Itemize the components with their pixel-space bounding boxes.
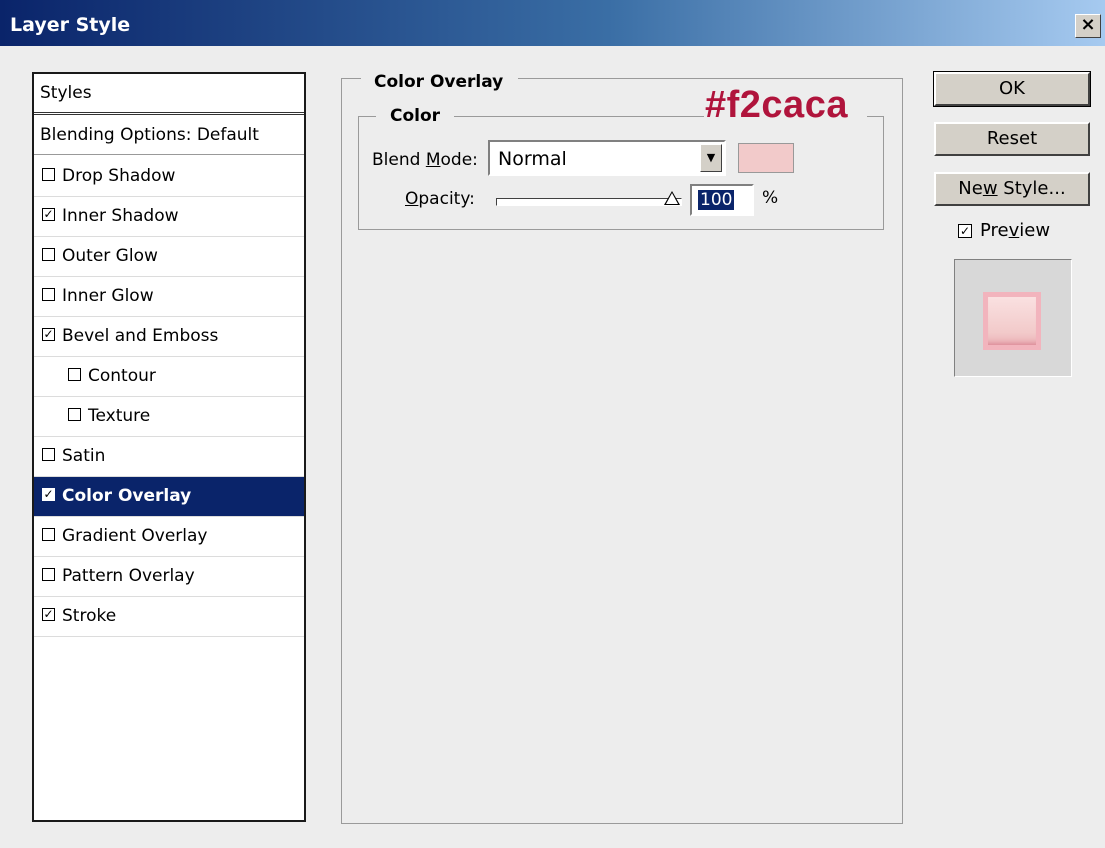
style-checkbox[interactable]	[42, 168, 55, 181]
style-checkbox[interactable]: ✓	[42, 208, 55, 221]
style-item-stroke[interactable]: ✓ Stroke	[34, 597, 304, 637]
title-bar[interactable]: Layer Style ×	[0, 0, 1105, 46]
dropdown-arrow-icon[interactable]: ▼	[700, 144, 722, 172]
opacity-label-post: pacity:	[418, 189, 475, 209]
section-title: Color Overlay	[370, 72, 508, 92]
style-item-label: Contour	[88, 366, 156, 386]
style-item-label: Stroke	[62, 606, 117, 626]
panel-border	[518, 78, 902, 79]
style-checkbox[interactable]	[42, 248, 55, 261]
new-style-button[interactable]: New Style...	[934, 172, 1090, 206]
style-item-drop-shadow[interactable]: Drop Shadow	[34, 157, 304, 197]
styles-header-label: Styles	[40, 83, 92, 103]
blend-mode-label-post: ode:	[440, 150, 478, 170]
style-items-list: Drop Shadow ✓ Inner Shadow Outer Glow Inner …	[34, 157, 304, 637]
style-item-label: Gradient Overlay	[62, 526, 208, 546]
group-border	[867, 116, 884, 117]
preview-label-accel: v	[1008, 220, 1020, 241]
style-item-contour[interactable]: Contour	[34, 357, 304, 397]
style-checkbox[interactable]	[42, 448, 55, 461]
blending-options-label: Blending Options: Default	[40, 125, 259, 145]
hex-color-annotation: #f2caca	[705, 84, 848, 126]
close-button[interactable]: ×	[1075, 14, 1101, 38]
style-checkbox[interactable]	[68, 368, 81, 381]
style-item-bevel-and-emboss[interactable]: ✓ Bevel and Emboss	[34, 317, 304, 357]
style-checkbox[interactable]: ✓	[42, 328, 55, 341]
close-icon: ×	[1080, 14, 1096, 35]
style-checkbox[interactable]: ✓	[42, 488, 55, 501]
color-group-title: Color	[386, 106, 445, 126]
style-item-label: Pattern Overlay	[62, 566, 195, 586]
preview-label-pre: Pre	[980, 220, 1009, 241]
style-item-label: Inner Shadow	[62, 206, 179, 226]
style-item-label: Drop Shadow	[62, 166, 176, 186]
style-checkbox[interactable]: ✓	[42, 608, 55, 621]
style-item-label: Texture	[88, 406, 151, 426]
style-item-gradient-overlay[interactable]: Gradient Overlay	[34, 517, 304, 557]
style-item-color-overlay[interactable]: ✓ Color Overlay	[34, 477, 304, 517]
blend-mode-select[interactable]: Normal ▼	[488, 140, 726, 176]
blend-mode-label-accel: M	[425, 150, 441, 170]
opacity-label-accel: O	[405, 189, 419, 209]
group-border	[454, 116, 704, 117]
blending-options-item[interactable]: Blending Options: Default	[34, 116, 304, 155]
style-item-label: Inner Glow	[62, 286, 154, 306]
style-item-label: Outer Glow	[62, 246, 158, 266]
opacity-value: 100	[698, 190, 735, 210]
style-item-pattern-overlay[interactable]: Pattern Overlay	[34, 557, 304, 597]
opacity-slider-track[interactable]	[496, 198, 682, 206]
style-item-inner-shadow[interactable]: ✓ Inner Shadow	[34, 197, 304, 237]
styles-header[interactable]: Styles	[34, 74, 304, 115]
preview-checkbox[interactable]: ✓	[958, 224, 972, 238]
style-preview-thumbnail	[954, 259, 1072, 377]
dialog-title: Layer Style	[10, 14, 131, 36]
new-style-label-accel: w	[982, 178, 998, 199]
style-checkbox[interactable]	[42, 528, 55, 541]
opacity-label: Opacity:	[405, 189, 475, 209]
opacity-unit: %	[762, 188, 779, 208]
ok-button[interactable]: OK	[933, 71, 1091, 107]
style-item-label: Satin	[62, 446, 106, 466]
preview-swatch	[983, 292, 1041, 350]
style-item-label: Color Overlay	[62, 486, 192, 506]
style-checkbox[interactable]	[42, 568, 55, 581]
styles-list-panel: Styles Blending Options: Default Drop Sh…	[32, 72, 306, 822]
style-checkbox[interactable]	[42, 288, 55, 301]
blend-mode-label-pre: Blend	[372, 150, 426, 170]
group-border	[358, 116, 376, 117]
layer-style-dialog: Layer Style × Styles Blending Options: D…	[0, 0, 1105, 848]
style-item-satin[interactable]: Satin	[34, 437, 304, 477]
style-item-texture[interactable]: Texture	[34, 397, 304, 437]
color-swatch[interactable]	[738, 143, 794, 173]
preview-label-post: iew	[1019, 220, 1051, 241]
opacity-slider-thumb[interactable]	[664, 191, 680, 205]
blend-mode-value: Normal	[498, 148, 567, 170]
style-item-outer-glow[interactable]: Outer Glow	[34, 237, 304, 277]
style-item-inner-glow[interactable]: Inner Glow	[34, 277, 304, 317]
opacity-input[interactable]: 100	[690, 184, 754, 216]
style-checkbox[interactable]	[68, 408, 81, 421]
preview-checkbox-row[interactable]: ✓ Preview	[958, 220, 1050, 241]
new-style-label-post: Style...	[997, 178, 1066, 199]
reset-button[interactable]: Reset	[934, 122, 1090, 156]
style-item-label: Bevel and Emboss	[62, 326, 219, 346]
blend-mode-label: Blend Mode:	[372, 150, 478, 170]
panel-border	[341, 78, 361, 79]
new-style-label-pre: Ne	[958, 178, 983, 199]
